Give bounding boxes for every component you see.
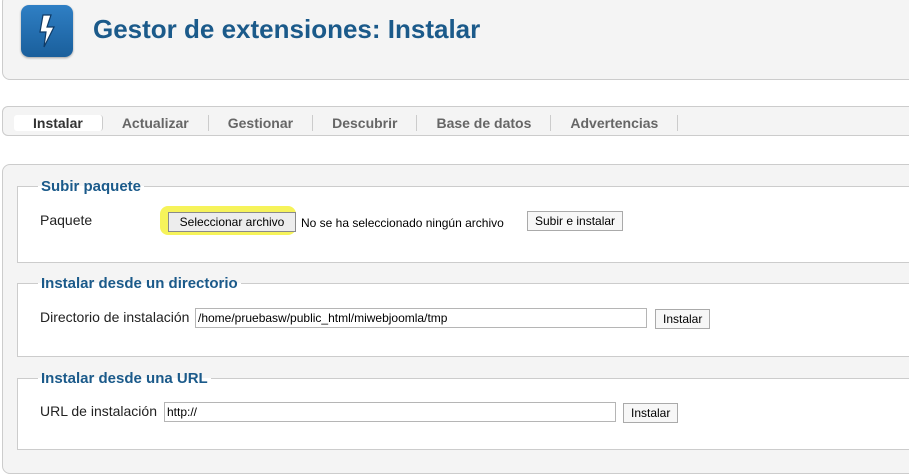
package-label: Paquete xyxy=(40,212,93,228)
upload-install-button[interactable]: Subir e instalar xyxy=(527,211,624,231)
install-directory-button[interactable]: Instalar xyxy=(655,309,711,329)
install-url-label: URL de instalación xyxy=(40,403,157,419)
page-title: Gestor de extensiones: Instalar xyxy=(93,14,481,44)
page-header: Gestor de extensiones: Instalar xyxy=(2,0,909,80)
tab-base-de-datos[interactable]: Base de datos xyxy=(417,115,552,131)
tab-gestionar[interactable]: Gestionar xyxy=(209,115,314,131)
lightning-bolt-icon xyxy=(21,5,73,57)
upload-package-legend: Subir paquete xyxy=(41,178,142,195)
tab-bar: Instalar Actualizar Gestionar Descubrir … xyxy=(2,106,909,136)
tab-instalar[interactable]: Instalar xyxy=(14,115,103,131)
choose-file-button[interactable]: Seleccionar archivo xyxy=(168,212,296,232)
tab-actualizar[interactable]: Actualizar xyxy=(103,115,209,131)
install-url-input[interactable] xyxy=(164,402,616,422)
file-status-text: No se ha seleccionado ningún archivo xyxy=(301,216,504,230)
install-directory-legend: Instalar desde un directorio xyxy=(41,275,238,292)
install-directory-input[interactable] xyxy=(195,308,647,328)
tab-descubrir[interactable]: Descubrir xyxy=(313,115,418,131)
tab-advertencias[interactable]: Advertencias xyxy=(551,115,679,131)
install-url-legend: Instalar desde una URL xyxy=(41,370,208,387)
install-directory-label: Directorio de instalación xyxy=(40,309,190,325)
install-url-button[interactable]: Instalar xyxy=(623,403,679,423)
